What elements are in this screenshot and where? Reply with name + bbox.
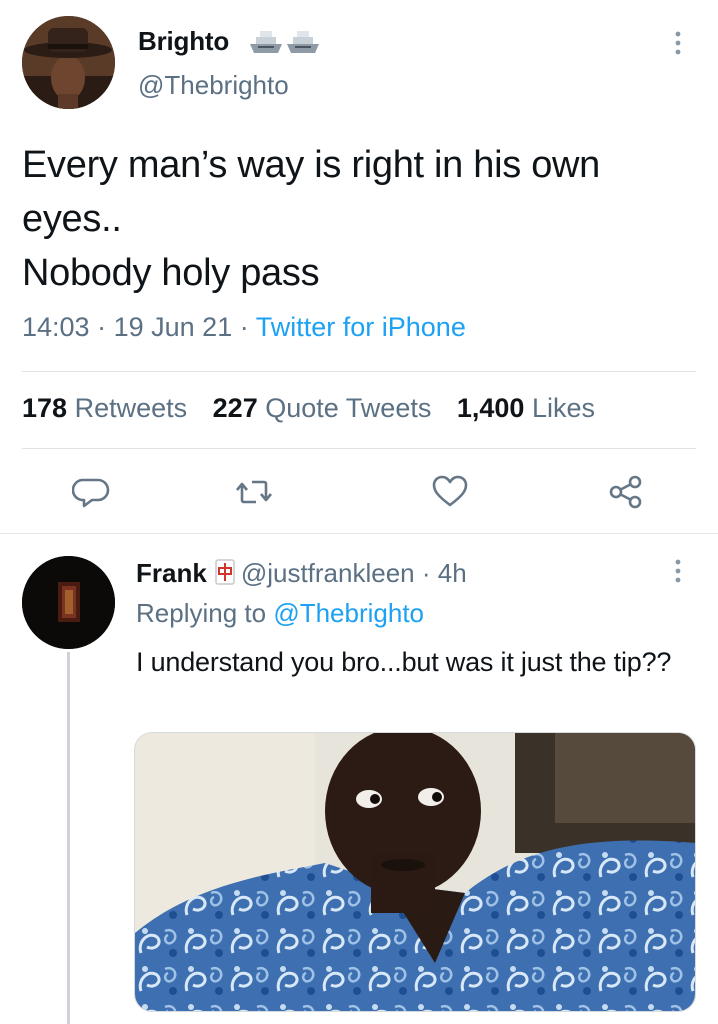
reply-media-photo[interactable] bbox=[134, 732, 696, 1012]
divider bbox=[22, 448, 696, 449]
author-avatar[interactable] bbox=[22, 16, 115, 109]
replying-to: Replying to @Thebrighto bbox=[136, 598, 424, 629]
mahjong-tile-icon bbox=[215, 559, 235, 585]
retweets-count: 178 bbox=[22, 393, 68, 423]
retweets-stat[interactable]: 178 Retweets bbox=[22, 393, 187, 423]
ship-icon bbox=[287, 31, 319, 53]
likes-label: Likes bbox=[531, 393, 595, 423]
likes-count: 1,400 bbox=[456, 393, 525, 423]
meta-separator: · bbox=[97, 312, 107, 342]
replying-to-mention[interactable]: @Thebrighto bbox=[273, 598, 424, 628]
tweet-date: 19 Jun 21 bbox=[113, 312, 233, 342]
tweet-source-link[interactable]: Twitter for iPhone bbox=[256, 312, 466, 342]
meta-separator: · bbox=[239, 312, 249, 342]
divider bbox=[22, 371, 696, 372]
quote-tweets-count: 227 bbox=[212, 393, 258, 423]
more-options-icon[interactable] bbox=[666, 556, 690, 586]
like-icon[interactable] bbox=[430, 474, 470, 510]
retweet-icon[interactable] bbox=[234, 474, 274, 510]
reply-text: I understand you bro...but was it just t… bbox=[136, 647, 672, 677]
avatar-image bbox=[22, 556, 115, 649]
reply-author-avatar[interactable] bbox=[22, 556, 115, 649]
more-options-icon[interactable] bbox=[666, 28, 690, 58]
ship-emoji-badges bbox=[250, 31, 319, 53]
engagement-stats: 178 Retweets 227 Quote Tweets 1,400 Like… bbox=[22, 393, 613, 424]
reply-age: 4h bbox=[437, 558, 467, 588]
replying-to-label: Replying to bbox=[136, 598, 267, 628]
photo-image bbox=[135, 733, 695, 1011]
quote-tweets-stat[interactable]: 227 Quote Tweets bbox=[213, 393, 432, 423]
section-divider bbox=[0, 533, 718, 534]
thread-line bbox=[67, 652, 70, 1024]
reply-header: Frank @justfrankleen · 4h bbox=[136, 558, 467, 589]
ship-icon bbox=[250, 31, 282, 53]
retweets-label: Retweets bbox=[74, 393, 188, 423]
tweet-text: Every man’s way is right in his own eyes… bbox=[22, 144, 601, 294]
author-handle[interactable]: @Thebrighto bbox=[138, 70, 289, 101]
tweet-metadata: 14:03 · 19 Jun 21 · Twitter for iPhone bbox=[22, 312, 466, 343]
meta-separator: · bbox=[421, 558, 431, 588]
author-name[interactable]: Brighto bbox=[138, 26, 229, 57]
reply-author-handle[interactable]: @justfrankleen bbox=[241, 558, 415, 588]
share-icon[interactable] bbox=[606, 474, 646, 510]
quote-tweets-label: Quote Tweets bbox=[265, 393, 432, 423]
reply-author-name[interactable]: Frank bbox=[136, 558, 207, 588]
reply-icon[interactable] bbox=[72, 474, 112, 510]
tweet-time: 14:03 bbox=[22, 312, 90, 342]
avatar-image bbox=[22, 16, 115, 109]
likes-stat[interactable]: 1,400 Likes bbox=[457, 393, 595, 423]
